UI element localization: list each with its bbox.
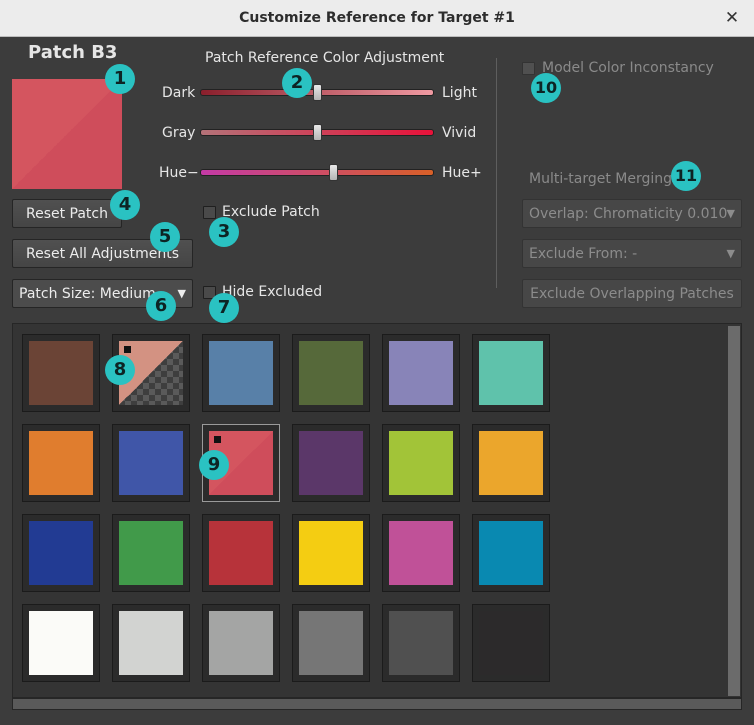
callout-badge-4: 4 bbox=[110, 190, 140, 220]
patch-cell[interactable] bbox=[22, 334, 100, 412]
hue-slider[interactable] bbox=[200, 169, 434, 176]
hue-slider-thumb[interactable] bbox=[329, 164, 339, 181]
patch-cell[interactable] bbox=[202, 604, 280, 682]
exclude-from-value: Exclude From: - bbox=[529, 246, 638, 262]
patch-swatch bbox=[209, 341, 273, 405]
chevron-down-icon: ▼ bbox=[177, 287, 186, 300]
slider-dark-label: Dark bbox=[162, 85, 196, 101]
patch-name: Patch B3 bbox=[28, 42, 118, 63]
callout-badge-8: 8 bbox=[105, 355, 135, 385]
patch-cell[interactable] bbox=[292, 604, 370, 682]
patch-swatch bbox=[389, 431, 453, 495]
chevron-down-icon: ▼ bbox=[726, 247, 735, 260]
patch-cell[interactable] bbox=[382, 334, 460, 412]
patch-swatch bbox=[479, 341, 543, 405]
patch-cell[interactable] bbox=[472, 514, 550, 592]
patch-swatch bbox=[29, 431, 93, 495]
overlap-dropdown[interactable]: Overlap: Chromaticity 0.010 ▼ bbox=[522, 199, 742, 228]
patch-swatch bbox=[119, 521, 183, 585]
patch-cell[interactable] bbox=[202, 514, 280, 592]
patch-cell[interactable] bbox=[292, 514, 370, 592]
multi-target-merging-heading: Multi-target Merging bbox=[529, 171, 673, 187]
slider-hue-minus-label: Hue− bbox=[159, 165, 199, 181]
patch-swatch bbox=[479, 521, 543, 585]
patch-cell[interactable] bbox=[22, 514, 100, 592]
exclude-overlapping-patches-button[interactable]: Exclude Overlapping Patches bbox=[522, 279, 742, 308]
slider-light-label: Light bbox=[442, 85, 477, 101]
model-color-inconstancy-label: Model Color Inconstancy bbox=[542, 60, 714, 76]
patch-swatch bbox=[209, 611, 273, 675]
chevron-down-icon: ▼ bbox=[726, 207, 735, 220]
slider-hue-plus-label: Hue+ bbox=[442, 165, 482, 181]
title-bar: Customize Reference for Target #1 ✕ bbox=[0, 0, 754, 37]
callout-badge-9: 9 bbox=[199, 450, 229, 480]
callout-badge-3: 3 bbox=[209, 217, 239, 247]
patch-preview bbox=[12, 79, 122, 189]
patch-cell[interactable] bbox=[382, 424, 460, 502]
patch-cell[interactable] bbox=[22, 424, 100, 502]
callout-badge-1: 1 bbox=[105, 64, 135, 94]
patch-size-value: Patch Size: Medium bbox=[19, 286, 156, 302]
patch-cell[interactable] bbox=[112, 424, 190, 502]
patch-swatch bbox=[389, 521, 453, 585]
patch-cell[interactable] bbox=[22, 604, 100, 682]
callout-badge-2: 2 bbox=[282, 68, 312, 98]
callout-badge-5: 5 bbox=[150, 222, 180, 252]
callout-badge-10: 10 bbox=[531, 73, 561, 103]
exclude-patch-checkbox[interactable] bbox=[203, 206, 216, 219]
model-color-inconstancy-checkbox[interactable] bbox=[522, 62, 535, 75]
lightness-slider-thumb[interactable] bbox=[313, 84, 322, 101]
patch-swatch bbox=[29, 521, 93, 585]
patch-swatch bbox=[299, 431, 363, 495]
exclude-patch-label: Exclude Patch bbox=[222, 204, 320, 220]
patch-cell[interactable] bbox=[202, 334, 280, 412]
patch-swatch bbox=[209, 521, 273, 585]
patch-cell[interactable] bbox=[292, 424, 370, 502]
patch-cell[interactable] bbox=[382, 604, 460, 682]
patch-swatch bbox=[119, 431, 183, 495]
patch-cell[interactable] bbox=[112, 604, 190, 682]
slider-vivid-label: Vivid bbox=[442, 125, 477, 141]
patch-cell[interactable] bbox=[472, 424, 550, 502]
patch-swatch bbox=[479, 431, 543, 495]
callout-badge-11: 11 bbox=[671, 161, 701, 191]
adjusted-marker-icon bbox=[214, 436, 221, 443]
reset-patch-button[interactable]: Reset Patch bbox=[12, 199, 122, 228]
adjusted-marker-icon bbox=[124, 346, 131, 353]
overlap-value: Overlap: Chromaticity 0.010 bbox=[529, 206, 728, 222]
patch-swatch bbox=[29, 611, 93, 675]
callout-badge-6: 6 bbox=[146, 291, 176, 321]
adjustment-heading: Patch Reference Color Adjustment bbox=[205, 50, 445, 66]
close-icon[interactable]: ✕ bbox=[720, 6, 744, 30]
slider-gray-label: Gray bbox=[162, 125, 196, 141]
patch-cell[interactable] bbox=[112, 514, 190, 592]
hide-excluded-label: Hide Excluded bbox=[222, 284, 323, 300]
patch-swatch bbox=[299, 521, 363, 585]
callout-badge-7: 7 bbox=[209, 293, 239, 323]
patch-cell[interactable] bbox=[292, 334, 370, 412]
patch-cell[interactable] bbox=[382, 514, 460, 592]
patch-cell[interactable] bbox=[472, 604, 550, 682]
patch-swatch bbox=[119, 611, 183, 675]
patch-swatch bbox=[299, 341, 363, 405]
exclude-from-dropdown[interactable]: Exclude From: - ▼ bbox=[522, 239, 742, 268]
patch-swatch bbox=[299, 611, 363, 675]
patch-swatch bbox=[29, 341, 93, 405]
patch-cell[interactable] bbox=[472, 334, 550, 412]
column-divider bbox=[496, 58, 497, 288]
patch-swatch bbox=[389, 341, 453, 405]
window-title: Customize Reference for Target #1 bbox=[239, 10, 515, 26]
saturation-slider-thumb[interactable] bbox=[313, 124, 322, 141]
patch-swatch bbox=[479, 611, 543, 675]
vertical-scrollbar[interactable] bbox=[728, 326, 740, 696]
horizontal-scrollbar[interactable] bbox=[12, 698, 742, 710]
patch-swatch bbox=[389, 611, 453, 675]
